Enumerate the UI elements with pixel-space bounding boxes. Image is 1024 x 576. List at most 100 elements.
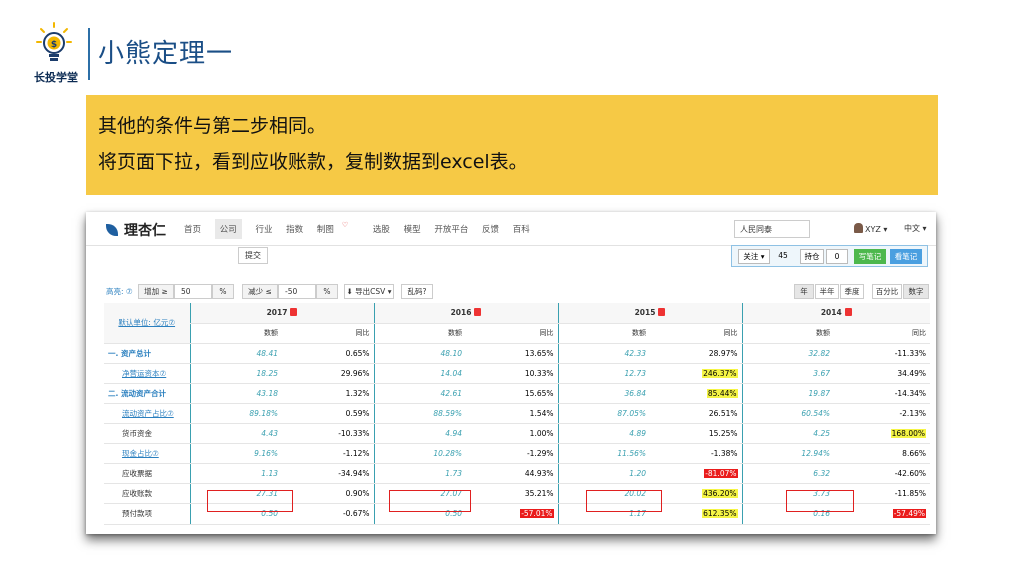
decrease-label: 减少 ≤	[242, 284, 278, 299]
cell-value: 246.37%	[702, 368, 738, 378]
nav-item-chart[interactable]: 制图 ♡	[317, 221, 359, 235]
year-header-2015: 2015	[557, 303, 742, 324]
pdf-icon[interactable]	[658, 308, 666, 317]
row-label[interactable]: 现金占比⑦	[104, 443, 190, 465]
yoy-cell: 35.21%	[466, 483, 558, 505]
amount-cell: 43.18	[189, 383, 282, 404]
amount-cell: 4.43	[189, 423, 282, 445]
yoy-cell: -81.07%	[650, 463, 742, 485]
nav-item-wiki[interactable]: 百科	[513, 223, 530, 235]
cell-value: 1.13	[261, 469, 278, 479]
user-menu[interactable]: XYZ ▾	[854, 223, 887, 234]
mode-number[interactable]: 数字	[903, 284, 929, 299]
increase-input[interactable]: 50	[174, 284, 212, 299]
lightbulb-icon: $	[36, 22, 72, 61]
row-label: 二. 流动资产合计	[104, 383, 190, 404]
garbled-button[interactable]: 乱码?	[401, 284, 433, 299]
avatar-icon	[854, 223, 863, 233]
table-row: 净营运资本⑦ 18.25 29.96% 14.04 10.33% 12.73 246.37%…	[104, 363, 930, 384]
nav-item-industry[interactable]: 行业	[255, 223, 272, 235]
holding-button[interactable]: 持仓	[800, 249, 824, 264]
row-label[interactable]: 净营运资本⑦	[104, 363, 190, 384]
holding-count: 0	[826, 249, 848, 264]
nav-item-screener[interactable]: 选股	[373, 223, 390, 235]
row-label[interactable]: 流动资产占比⑦	[104, 403, 190, 425]
export-csv-button[interactable]: ⬇ 导出CSV ▾	[344, 284, 394, 299]
highlight-box-2016	[389, 490, 471, 512]
yoy-cell: 1.00%	[466, 423, 558, 445]
cell-value: 43.18	[256, 388, 278, 398]
nav-item-model[interactable]: 模型	[404, 223, 421, 235]
table-row: 流动资产占比⑦ 89.18% 0.59% 88.59% 1.54% 87.05% 26.51…	[104, 403, 930, 425]
yoy-cell: 26.51%	[650, 403, 742, 425]
amount-cell: 4.89	[557, 423, 650, 445]
highlight-label: 高亮: ⑦	[106, 287, 133, 296]
period-year[interactable]: 年	[794, 284, 814, 299]
cell-value: 14.04	[440, 368, 462, 378]
cell-value: 34.49%	[897, 368, 926, 378]
yoy-cell: -11.33%	[834, 343, 930, 364]
row-label: 应收票据	[104, 463, 190, 485]
pdf-icon[interactable]	[290, 308, 298, 317]
submit-button[interactable]: 提交	[238, 247, 268, 264]
mode-percent[interactable]: 百分比	[872, 284, 902, 299]
row-label: 应收账款	[104, 483, 190, 505]
period-quarter[interactable]: 季度	[840, 284, 864, 299]
language-select[interactable]: 中文 ▾	[904, 223, 927, 234]
yoy-cell: 246.37%	[650, 363, 742, 384]
year-label: 2016	[450, 308, 472, 318]
follow-panel: 关注 ▾ 45 持仓 0 写笔记 看笔记	[731, 245, 928, 267]
slide-title: 小熊定理一	[98, 39, 234, 69]
yoy-cell: 34.49%	[834, 363, 930, 384]
write-note-button[interactable]: 写笔记	[854, 249, 886, 264]
brand-name: 理杏仁	[124, 223, 166, 239]
cell-value: 3.67	[813, 368, 830, 378]
nav-item-index[interactable]: 指数	[286, 223, 303, 235]
col-amount: 数额	[189, 323, 282, 344]
cell-value: -34.94%	[338, 469, 370, 479]
cell-value: 48.10	[440, 348, 462, 358]
cell-value: -57.01%	[520, 509, 554, 519]
svg-text:$: $	[51, 40, 57, 50]
cell-value: 60.54%	[801, 409, 830, 419]
nav-item-company[interactable]: 公司	[214, 219, 242, 239]
period-half[interactable]: 半年	[815, 284, 839, 299]
yoy-cell: -14.34%	[834, 383, 930, 404]
nav-item-open-platform[interactable]: 开放平台	[434, 223, 468, 235]
decrease-input[interactable]: -50	[278, 284, 316, 299]
cell-value: -0.67%	[342, 509, 370, 519]
cell-value: 8.66%	[902, 449, 926, 459]
follow-button[interactable]: 关注 ▾	[738, 249, 770, 264]
cell-value: 0.59%	[345, 409, 370, 419]
amount-cell: 4.25	[741, 423, 834, 445]
cell-value: 11.56%	[617, 449, 646, 459]
pdf-icon[interactable]	[844, 308, 852, 317]
cell-value: 19.87	[808, 388, 830, 398]
pdf-icon[interactable]	[474, 308, 482, 317]
view-note-button[interactable]: 看笔记	[890, 249, 922, 264]
cell-value: 4.94	[445, 429, 462, 439]
cell-value: 1.54%	[529, 409, 554, 419]
logo-text: 长投学堂	[34, 71, 78, 84]
user-name: XYZ ▾	[865, 225, 888, 234]
nav-item-feedback[interactable]: 反馈	[482, 223, 499, 235]
brand[interactable]: 理杏仁	[106, 220, 166, 240]
amount-cell: 4.94	[373, 423, 466, 445]
follow-count: 45	[778, 251, 788, 260]
unit-selector[interactable]: 默认单位: 亿元⑦	[104, 303, 190, 344]
stock-search-input[interactable]: 人民同泰	[734, 220, 810, 238]
cell-value: 29.96%	[340, 368, 370, 378]
cell-value: 4.43	[261, 429, 278, 439]
cell-value: -11.33%	[894, 348, 926, 358]
amount-cell: 48.10	[373, 343, 466, 364]
embedded-screenshot: 理杏仁 首页 公司 行业 指数 制图 ♡ 选股 模型 开放平台 反馈 百科 人民同…	[86, 212, 936, 534]
cell-value: -11.85%	[894, 489, 926, 499]
nav-item-home[interactable]: 首页	[184, 223, 201, 235]
cell-value: 15.25%	[708, 429, 738, 439]
instruction-line-2: 将页面下拉，看到应收账款，复制数据到excel表。	[98, 151, 528, 173]
cell-value: -81.07%	[704, 469, 738, 479]
col-amount: 数额	[741, 323, 834, 344]
cell-value: 6.32	[813, 469, 830, 479]
year-header-2014: 2014	[741, 303, 930, 324]
yoy-cell: 1.32%	[282, 383, 374, 404]
